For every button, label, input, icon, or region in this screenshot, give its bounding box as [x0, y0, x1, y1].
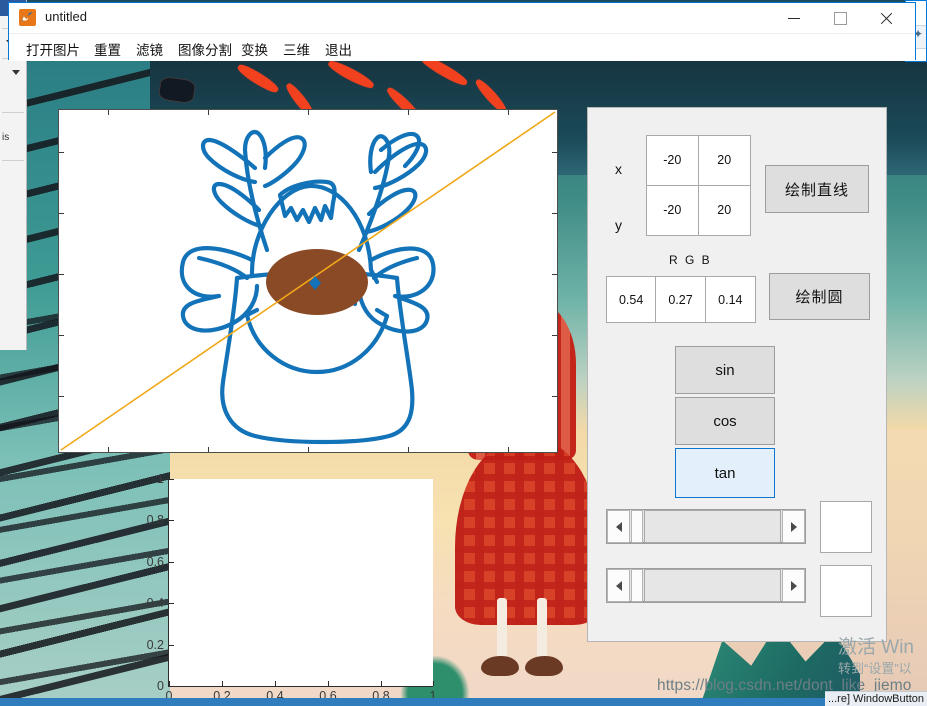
tan-button[interactable]: tan — [675, 448, 775, 498]
cos-button[interactable]: cos — [675, 397, 775, 445]
rgb-g-field[interactable]: 0.27 — [656, 277, 706, 322]
matlab-icon — [19, 9, 36, 26]
plot-ytick-label: 0.8 — [146, 513, 164, 527]
x-max-field[interactable]: 20 — [698, 136, 750, 186]
titlebar: untitled ↘ — [9, 3, 915, 50]
rgb-b-field[interactable]: 0.14 — [706, 277, 755, 322]
matlab-figure-window: untitled ↘ 打开图片 重置 滤镜 图像分割 变换 三维 退出 — [8, 2, 916, 61]
status-strip: ...re] WindowButton — [825, 691, 927, 706]
y-min-field[interactable]: -20 — [647, 185, 699, 235]
slider-1-left-arrow-icon[interactable] — [607, 510, 630, 543]
plot-ytick-label: 1 — [157, 472, 164, 486]
slider-1-value-box[interactable] — [820, 501, 872, 553]
menu-item-reset[interactable]: 重置 — [91, 38, 124, 60]
x-min-field[interactable]: -20 — [647, 136, 699, 186]
windows-activation-line2: 转到“设置”以 — [838, 661, 912, 676]
xy-range-table[interactable]: -20 20 -20 20 — [646, 135, 751, 236]
draw-line-button[interactable]: 绘制直线 — [765, 165, 869, 213]
plot-ytick-label: 0.4 — [146, 596, 164, 610]
wallpaper-figure-leg-right — [537, 598, 547, 660]
menu-item-filter[interactable]: 滤镜 — [133, 38, 166, 60]
slider-2[interactable] — [606, 568, 806, 603]
taskbar — [0, 698, 927, 706]
close-button[interactable] — [863, 3, 909, 33]
rgb-table[interactable]: 0.54 0.27 0.14 — [606, 276, 756, 323]
image-axes[interactable] — [58, 109, 558, 453]
rgb-r-field[interactable]: 0.54 — [607, 277, 657, 322]
menu-item-transform[interactable]: 变换 — [238, 38, 271, 60]
menu-item-segmentation[interactable]: 图像分割 — [175, 38, 235, 60]
menu-item-open-image[interactable]: 打开图片 — [23, 38, 83, 60]
menu-item-exit[interactable]: 退出 — [322, 38, 355, 60]
drawn-line — [60, 111, 556, 451]
wallpaper-figure-leg-left — [497, 598, 507, 660]
slider-1-trough[interactable] — [644, 510, 781, 543]
y-max-field[interactable]: 20 — [699, 186, 751, 236]
window-title: untitled — [45, 9, 87, 24]
menu-item-3d[interactable]: 三维 — [280, 38, 313, 60]
wallpaper-figure-shoe-right — [525, 656, 563, 676]
wallpaper-figure-shoe-left — [481, 656, 519, 676]
maximize-button[interactable] — [817, 3, 863, 33]
slider-1[interactable] — [606, 509, 806, 544]
slider-2-thumb[interactable] — [631, 569, 643, 602]
slider-2-left-arrow-icon[interactable] — [607, 569, 630, 602]
background-app-caret2-icon — [12, 70, 20, 75]
rgb-label: R G B — [669, 253, 712, 267]
plot-axes[interactable]: 1 0.8 0.6 0.4 0.2 0 0 0.2 0.4 0.6 0.8 1 — [147, 472, 437, 703]
plot-ytick-label: 0.2 — [146, 638, 164, 652]
windows-activation-line1: 激活 Win — [838, 637, 915, 658]
slider-1-right-arrow-icon[interactable] — [782, 510, 805, 543]
slider-2-value-box[interactable] — [820, 565, 872, 617]
menubar: 打开图片 重置 滤镜 图像分割 变换 三维 退出 — [9, 33, 915, 61]
slider-2-right-arrow-icon[interactable] — [782, 569, 805, 602]
wallpaper-figure-dress — [455, 440, 600, 625]
x-label: x — [615, 161, 622, 177]
draw-circle-button[interactable]: 绘制圆 — [769, 273, 870, 320]
y-label: y — [615, 217, 622, 233]
slider-1-thumb[interactable] — [631, 510, 643, 543]
reindeer-drawing — [60, 111, 556, 451]
plot-ytick-label: 0 — [157, 679, 164, 693]
plot-ytick-label: 0.6 — [146, 555, 164, 569]
minimize-button[interactable] — [771, 3, 817, 33]
background-app-text: is — [2, 132, 10, 143]
sin-button[interactable]: sin — [675, 346, 775, 394]
slider-2-trough[interactable] — [644, 569, 781, 602]
